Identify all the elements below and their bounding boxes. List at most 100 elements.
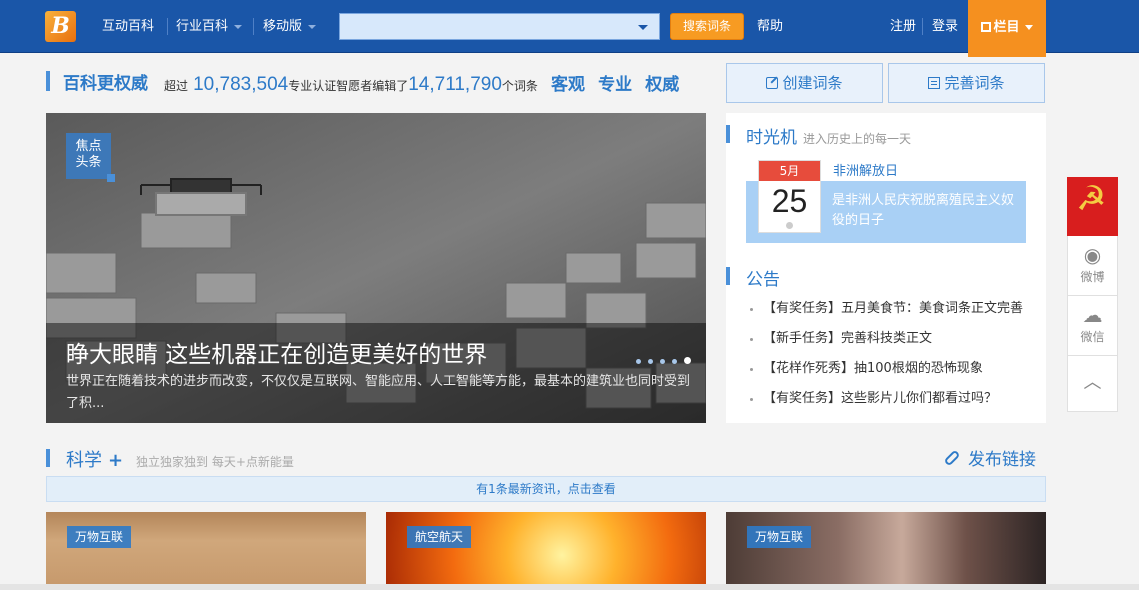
nav-item-industry-baike[interactable]: 行业百科	[176, 0, 243, 53]
section-marker	[46, 71, 50, 91]
notice-item[interactable]: 【新手任务】完善科技类正文	[748, 329, 1023, 359]
notice-list: 【有奖任务】五月美食节：美食词条正文完善 【新手任务】完善科技类正文 【花样作死…	[748, 299, 1023, 419]
badge-line-2: 头条	[75, 155, 102, 170]
section-marker	[46, 449, 50, 467]
carousel-dot-active[interactable]	[684, 357, 691, 364]
stats-row: 百科更权威 超过 10,783,504专业认证智愿者编辑了14,711,790个…	[46, 67, 716, 97]
event-description: 是非洲人民庆祝脱离殖民主义奴役的日子	[832, 193, 1015, 228]
search-button[interactable]: 搜索词条	[670, 13, 744, 40]
card-tag: 万物互联	[67, 526, 132, 548]
calendar-date: 5月 25	[758, 160, 821, 233]
improve-entry-label: 完善词条	[944, 74, 1005, 92]
notice-item[interactable]: 【花样作死秀】抽100根烟的恐怖现象	[748, 359, 1023, 389]
carousel-dot[interactable]	[648, 359, 653, 364]
nav-divider	[922, 18, 923, 35]
floating-sidebar: ◉ 微博 ☁ 微信 ︿	[1067, 177, 1118, 412]
science-heading: 科学 +	[66, 446, 123, 472]
entry-count-suffix: 个词条	[501, 79, 538, 93]
register-link[interactable]: 注册	[890, 0, 916, 53]
notice-item[interactable]: 【有奖任务】五月美食节：美食词条正文完善	[748, 299, 1023, 329]
nav-item-hudong-baike[interactable]: 互动百科	[102, 0, 154, 53]
nav-divider	[167, 18, 168, 35]
help-link[interactable]: 帮助	[757, 0, 783, 53]
link-icon	[943, 449, 961, 467]
time-machine-title[interactable]: 时光机	[746, 128, 797, 148]
weibo-label: 微博	[1080, 270, 1105, 284]
editor-count: 10,783,504	[193, 74, 289, 95]
carousel-dot[interactable]	[660, 359, 665, 364]
weibo-icon: ◉	[1083, 243, 1102, 267]
nav-item-mobile[interactable]: 移动版	[263, 0, 317, 53]
calendar-day: 25	[771, 183, 808, 219]
stats-title: 百科更权威	[63, 74, 148, 94]
carousel-pagination	[636, 349, 698, 368]
carousel-title[interactable]: 睁大眼睛 这些机器正在创造更美好的世界	[66, 335, 487, 369]
site-logo[interactable]: B	[45, 11, 76, 42]
card-tag: 航空航天	[407, 526, 472, 548]
entry-count: 14,711,790	[408, 74, 502, 95]
science-title[interactable]: 科学	[66, 450, 102, 471]
science-subtitle: 独立独家独到 每天+点新能量	[136, 455, 294, 469]
column-icon	[981, 22, 992, 32]
nav-divider	[253, 18, 254, 35]
right-panel: 时光机 进入历史上的每一天 5月 25 非洲解放日 是非洲人民庆祝脱离殖民主义奴役…	[726, 113, 1046, 423]
keyword-authoritative: 权威	[645, 75, 680, 95]
nav-item-label: 移动版	[263, 19, 303, 34]
nav-item-label: 互动百科	[102, 19, 155, 34]
focus-carousel[interactable]: 焦点 头条 睁大眼睛 这些机器正在创造更美好的世界 世界正在随着技术的进步而改变…	[46, 113, 706, 423]
weibo-share-button[interactable]: ◉ 微博	[1067, 236, 1118, 296]
stats-line: 超过 10,783,504专业认证智愿者编辑了14,711,790个词条 客观 …	[164, 70, 679, 96]
column-menu-button[interactable]: 栏目	[968, 0, 1046, 57]
carousel-description: 世界正在随着技术的进步而改变，不仅仅是互联网、智能应用、人工智能等方能，最基本的…	[66, 374, 691, 411]
top-navigation-bar: B 互动百科 行业百科 移动版 搜索词条 帮助 注册 登录 栏目	[0, 0, 1139, 57]
keyword-objective: 客观	[551, 75, 586, 95]
create-entry-label: 创建词条	[782, 74, 843, 92]
search-input[interactable]	[340, 14, 630, 39]
column-menu-label: 栏目	[993, 20, 1020, 35]
weixin-label: 微信	[1080, 330, 1105, 344]
notice-title: 公告	[746, 270, 780, 290]
weixin-share-button[interactable]: ☁ 微信	[1067, 296, 1118, 356]
section-marker	[726, 267, 730, 285]
carousel-caption: 睁大眼睛 这些机器正在创造更美好的世界 世界正在随着技术的进步而改变，不仅仅是互…	[46, 323, 706, 423]
editor-count-suffix: 专业认证智愿者编辑了	[288, 79, 409, 93]
wechat-icon: ☁	[1082, 303, 1103, 327]
news-card[interactable]: 航空航天	[386, 512, 706, 584]
publish-link-button[interactable]: 发布链接	[943, 445, 1036, 470]
chevron-down-icon	[234, 24, 243, 29]
drone	[140, 178, 262, 216]
stats-prefix: 超过	[164, 79, 189, 93]
focus-headline-badge: 焦点 头条	[66, 133, 115, 182]
chevron-down-icon	[1024, 25, 1033, 30]
search-dropdown-chevron-icon[interactable]	[638, 25, 648, 30]
bottom-toolbar	[0, 584, 1139, 590]
news-card[interactable]: 万物互联	[726, 512, 1046, 584]
badge-line-1: 焦点	[75, 139, 102, 154]
carousel-dot[interactable]	[672, 359, 677, 364]
event-name[interactable]: 非洲解放日	[833, 160, 898, 179]
news-card[interactable]: 万物互联	[46, 512, 366, 584]
calendar-dot	[786, 222, 793, 229]
back-to-top-button[interactable]: ︿	[1067, 356, 1118, 412]
improve-entry-button[interactable]: 完善词条	[888, 63, 1045, 103]
publish-link-label: 发布链接	[968, 450, 1036, 470]
time-machine-subtitle: 进入历史上的每一天	[803, 132, 912, 146]
notice-item[interactable]: 【有奖任务】这些影片儿你们都看过吗？	[748, 389, 1023, 419]
card-tag: 万物互联	[747, 526, 812, 548]
arrow-up-icon: ︿	[1083, 372, 1102, 393]
nav-item-label: 行业百科	[176, 19, 229, 34]
calendar-month: 5月	[759, 161, 820, 181]
science-follow-button[interactable]: +	[108, 450, 123, 471]
search-box	[339, 13, 660, 40]
new-news-notice[interactable]: 有1条最新资讯，点击查看	[46, 476, 1046, 502]
keyword-professional: 专业	[598, 75, 633, 95]
login-link[interactable]: 登录	[932, 0, 958, 53]
carousel-dot[interactable]	[636, 359, 641, 364]
section-marker	[726, 125, 730, 143]
edit-icon	[766, 77, 779, 89]
time-machine-heading: 时光机 进入历史上的每一天	[746, 123, 911, 148]
chevron-down-icon	[308, 24, 317, 29]
create-entry-button[interactable]: 创建词条	[726, 63, 883, 103]
party-emblem-icon[interactable]	[1067, 177, 1118, 236]
list-icon	[928, 77, 941, 89]
